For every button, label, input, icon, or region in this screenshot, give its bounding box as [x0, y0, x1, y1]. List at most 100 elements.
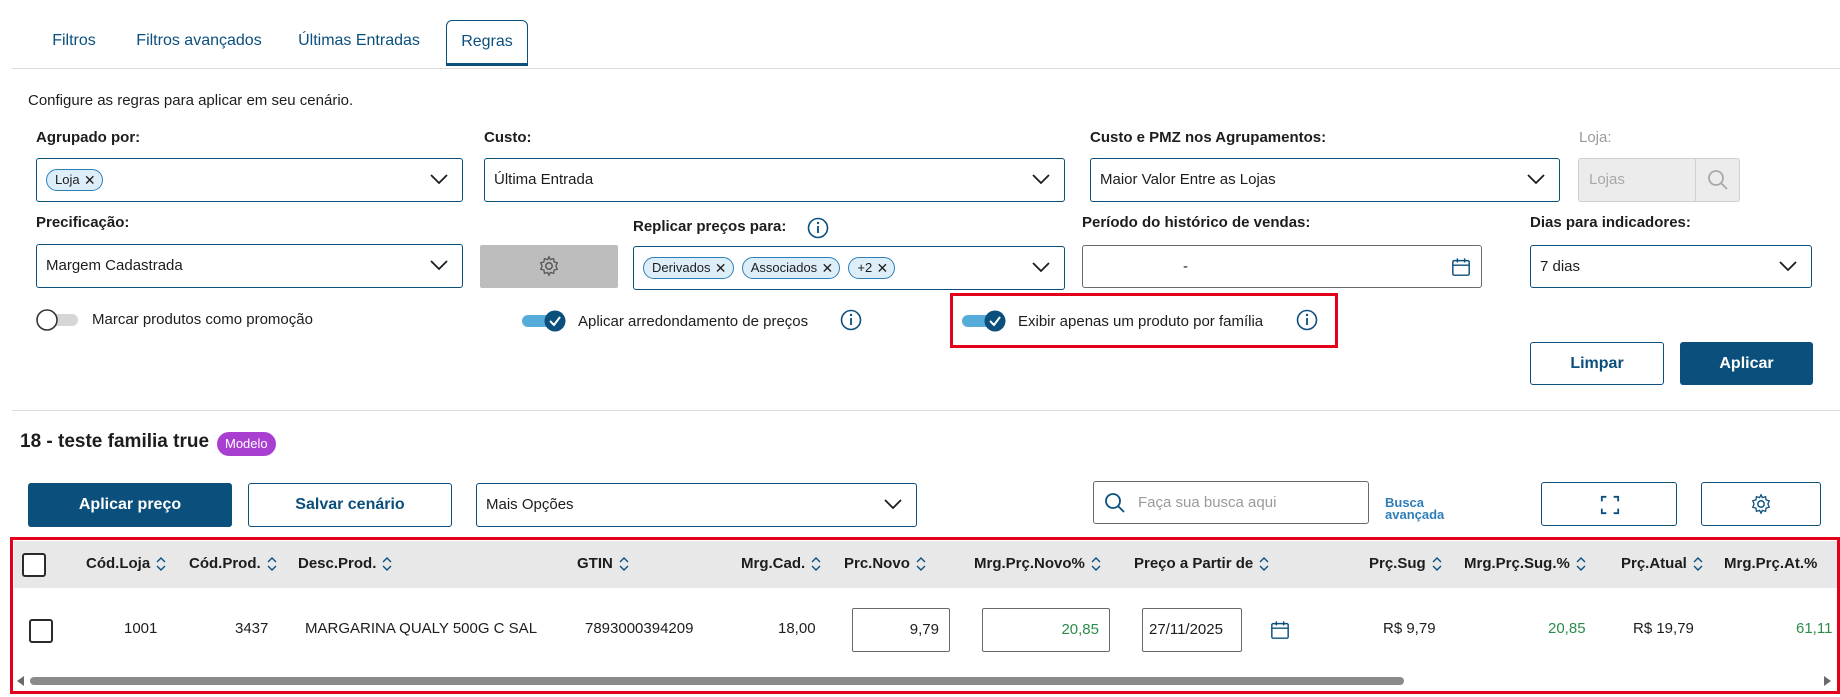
sort-icon[interactable]	[811, 557, 821, 572]
col-mrg-cad[interactable]: Mrg.Cad.	[741, 555, 821, 572]
expand-icon	[1600, 495, 1620, 515]
dias-label: Dias para indicadores:	[1530, 214, 1691, 231]
aplicar-button[interactable]: Aplicar	[1680, 342, 1813, 385]
mrg-prc-novo-input[interactable]: 20,85	[982, 608, 1110, 652]
dias-select[interactable]: 7 dias	[1530, 245, 1812, 288]
col-mrg-prc-novo-label: Mrg.Prç.Novo%	[974, 555, 1085, 572]
calendar-icon[interactable]	[1270, 620, 1290, 640]
col-mrg-prc-at[interactable]: Mrg.Prç.At.%	[1724, 555, 1832, 572]
sort-icon[interactable]	[1259, 557, 1269, 572]
chevron-down-icon	[430, 260, 448, 271]
chevron-down-icon	[1779, 261, 1797, 272]
cell-mrg-prc-at: 61,11	[1796, 620, 1836, 637]
preco-a-partir-input[interactable]: 27/11/2025	[1142, 608, 1242, 652]
sort-icon[interactable]	[156, 557, 166, 572]
toggle-familia[interactable]	[962, 310, 1006, 332]
chip-loja-label: Loja	[55, 172, 80, 188]
col-desc-prod[interactable]: Desc.Prod.	[298, 555, 392, 572]
periodo-input[interactable]: -	[1082, 245, 1482, 288]
col-mrg-prc-sug-label: Mrg.Prç.Sug.%	[1464, 555, 1570, 572]
sort-icon[interactable]	[619, 557, 629, 572]
prc-novo-input[interactable]: 9,79	[852, 608, 950, 652]
select-all-checkbox[interactable]	[22, 553, 46, 577]
col-prc-sug[interactable]: Prç.Sug	[1369, 555, 1442, 572]
search-icon	[1105, 493, 1125, 513]
chip-associados-label: Associados	[750, 260, 818, 276]
info-icon[interactable]	[840, 309, 862, 331]
chevron-down-icon	[1032, 262, 1050, 273]
sort-icon[interactable]	[1693, 557, 1703, 572]
remove-chip-icon[interactable]: ✕	[715, 258, 727, 278]
gear-icon	[539, 255, 559, 277]
scroll-left-arrow[interactable]	[17, 676, 24, 686]
col-mrg-prc-novo[interactable]: Mrg.Prç.Novo%	[974, 555, 1101, 572]
chip-derivados-label: Derivados	[652, 260, 711, 276]
sort-icon[interactable]	[382, 557, 392, 572]
limpar-button[interactable]: Limpar	[1530, 342, 1664, 385]
tab-filtros-avancados[interactable]: Filtros avançados	[130, 20, 268, 66]
search-icon	[1708, 170, 1728, 190]
precificacao-settings-button[interactable]	[480, 245, 618, 288]
toggle-arredondamento[interactable]	[522, 310, 566, 332]
cell-desc-prod: MARGARINA QUALY 500G C SAL	[305, 620, 538, 637]
sort-icon[interactable]	[1432, 557, 1442, 572]
chip-more: +2 ✕	[848, 257, 896, 280]
tab-filtros[interactable]: Filtros	[42, 20, 106, 66]
cell-gtin: 7893000394209	[585, 620, 694, 637]
section-divider	[12, 410, 1840, 411]
custo-pmz-select[interactable]: Maior Valor Entre as Lojas	[1090, 158, 1560, 202]
remove-chip-icon[interactable]: ✕	[821, 258, 833, 278]
table-settings-button[interactable]	[1701, 482, 1821, 526]
col-cod-prod-label: Cód.Prod.	[189, 555, 261, 572]
col-preco-a-partir[interactable]: Preço a Partir de	[1134, 555, 1269, 572]
custo-pmz-label: Custo e PMZ nos Agrupamentos:	[1090, 129, 1327, 146]
scenario-title: 18 - teste familia true	[20, 431, 210, 452]
busca-avancada-link[interactable]: Busca avançada	[1385, 496, 1444, 521]
info-icon[interactable]	[1296, 309, 1318, 331]
gear-icon	[1751, 493, 1771, 515]
tab-ultimas-entradas[interactable]: Últimas Entradas	[294, 20, 424, 66]
precificacao-value: Margem Cadastrada	[46, 257, 183, 274]
sort-icon[interactable]	[1576, 557, 1586, 572]
search-placeholder: Faça sua busca aqui	[1138, 494, 1277, 511]
col-mrg-prc-sug[interactable]: Mrg.Prç.Sug.%	[1464, 555, 1586, 572]
mais-opcoes-select[interactable]: Mais Opções	[476, 483, 917, 527]
scroll-right-arrow[interactable]	[1824, 676, 1831, 686]
tabs-divider	[12, 68, 1840, 69]
col-mrg-cad-label: Mrg.Cad.	[741, 555, 806, 572]
col-cod-prod[interactable]: Cód.Prod.	[189, 555, 277, 572]
col-gtin-label: GTIN	[577, 555, 613, 572]
precificacao-label: Precificação:	[36, 214, 130, 231]
salvar-cenario-button[interactable]: Salvar cenário	[248, 483, 452, 527]
col-cod-loja-label: Cód.Loja	[86, 555, 151, 572]
chip-loja: Loja ✕	[46, 169, 103, 192]
remove-chip-icon[interactable]: ✕	[84, 170, 96, 190]
cell-prc-atual: R$ 19,79	[1633, 620, 1694, 637]
custo-label: Custo:	[484, 129, 532, 146]
calendar-icon[interactable]	[1451, 257, 1471, 277]
remove-chip-icon[interactable]: ✕	[876, 258, 888, 278]
replicar-select[interactable]: Derivados ✕ Associados ✕ +2 ✕	[633, 246, 1065, 290]
col-gtin[interactable]: GTIN	[577, 555, 629, 572]
aplicar-preco-button[interactable]: Aplicar preço	[28, 483, 232, 527]
cell-cod-loja: 1001	[124, 620, 158, 637]
precificacao-select[interactable]: Margem Cadastrada	[36, 244, 463, 288]
sort-icon[interactable]	[1091, 557, 1101, 572]
horizontal-scrollbar-thumb[interactable]	[30, 677, 1404, 685]
search-input[interactable]: Faça sua busca aqui	[1093, 481, 1369, 524]
info-icon[interactable]	[807, 217, 829, 239]
col-cod-loja[interactable]: Cód.Loja	[86, 555, 166, 572]
row-checkbox[interactable]	[29, 619, 53, 643]
fullscreen-button[interactable]	[1541, 482, 1677, 526]
sort-icon[interactable]	[916, 557, 926, 572]
custo-select[interactable]: Última Entrada	[484, 158, 1065, 202]
agrupado-select[interactable]: Loja ✕	[36, 158, 463, 202]
loja-label: Loja:	[1579, 129, 1612, 146]
toggle-promocao[interactable]	[36, 309, 80, 331]
tab-regras[interactable]: Regras	[446, 20, 528, 66]
replicar-label: Replicar preços para:	[633, 218, 787, 235]
periodo-label: Período do histórico de vendas:	[1082, 214, 1311, 231]
col-prc-novo[interactable]: Prc.Novo	[844, 555, 926, 572]
col-prc-atual[interactable]: Prç.Atual	[1621, 555, 1703, 572]
sort-icon[interactable]	[267, 557, 277, 572]
